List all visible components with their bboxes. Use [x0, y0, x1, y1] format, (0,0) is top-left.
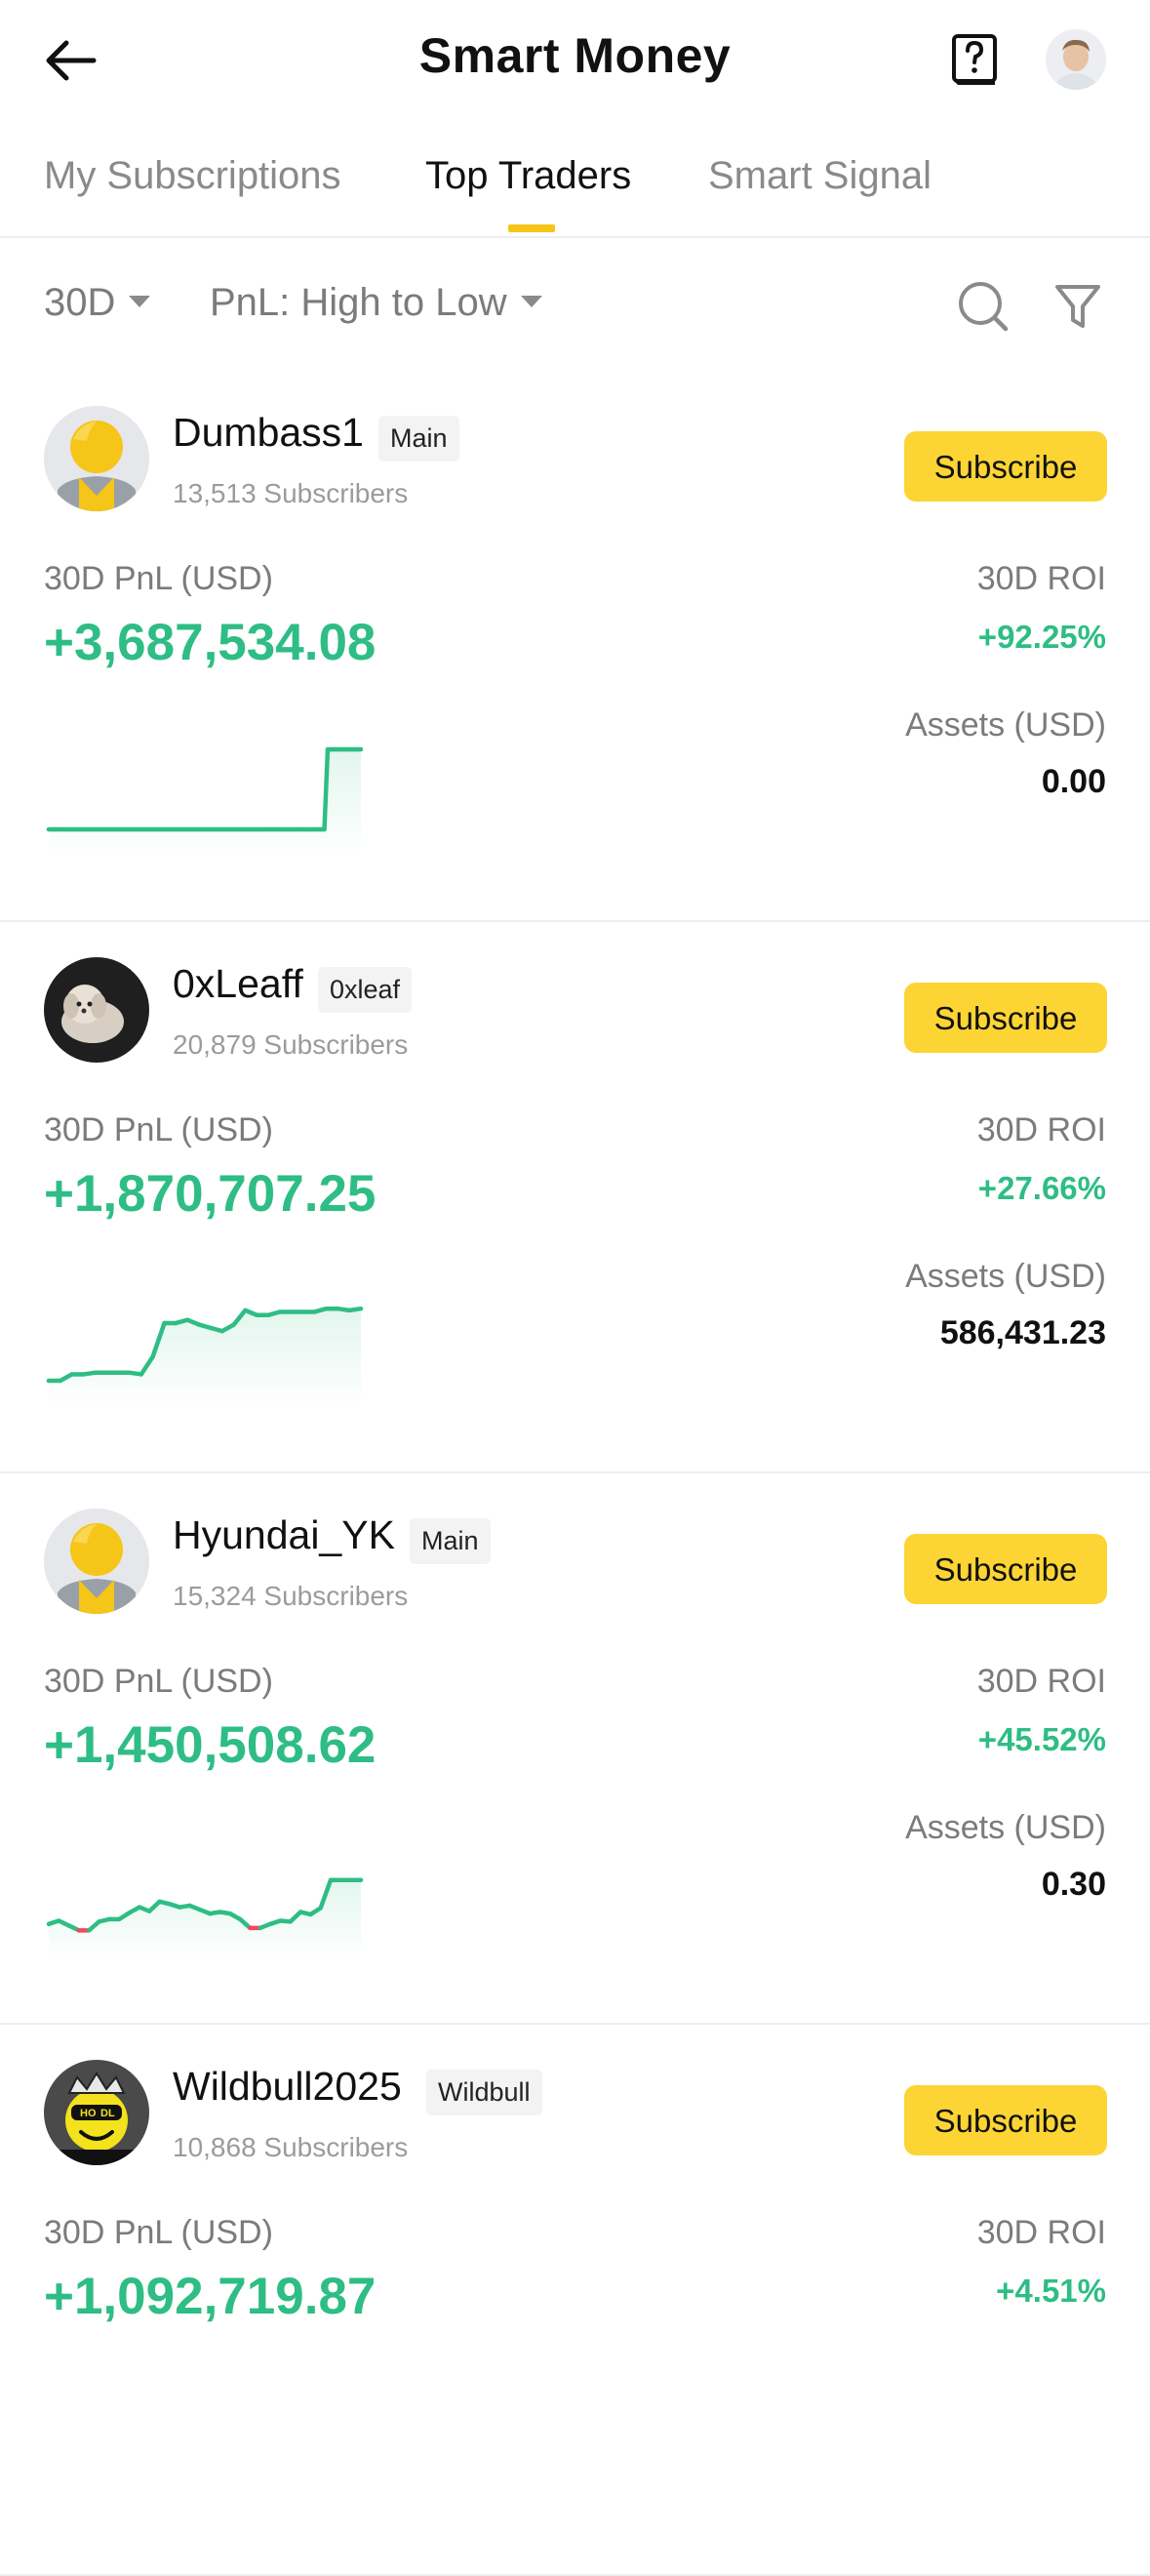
subscribe-button[interactable]: Subscribe: [904, 431, 1107, 502]
subscribe-button[interactable]: Subscribe: [904, 1534, 1107, 1604]
pnl-value: +1,450,508.62: [44, 1716, 377, 1774]
assets-value: 0.30: [1041, 1866, 1106, 1903]
trader-card[interactable]: HO DL Wildbull2025 Wildbull 10,868 Subscribe…: [0, 2023, 1150, 2576]
tab-bar: My Subscriptions Top Traders Smart Signa…: [0, 146, 1150, 238]
app-header: Smart Money: [0, 0, 1150, 122]
active-tab-indicator: [508, 224, 555, 232]
sparkline-area: [49, 749, 361, 857]
sparkline-segment: [346, 1306, 364, 1313]
subscriber-count: 15,324 Subscribers: [173, 1581, 409, 1611]
caret-down-icon: [520, 296, 542, 308]
svg-text:DL: DL: [100, 2108, 115, 2119]
pnl-sparkline: [46, 746, 364, 857]
pnl-sparkline: [46, 1877, 364, 1959]
tab-smart-signal[interactable]: Smart Signal: [708, 154, 932, 198]
assets-value: 586,431.23: [939, 1314, 1106, 1351]
subscribe-button[interactable]: Subscribe: [904, 983, 1107, 1053]
subscriber-count: 13,513 Subscribers: [173, 478, 409, 508]
trader-avatar[interactable]: [44, 406, 149, 511]
assets-value: 0.00: [1041, 763, 1106, 800]
sort-dropdown[interactable]: PnL: High to Low: [210, 281, 542, 325]
trader-badge: 0xleaf: [318, 967, 413, 1013]
trader-badge: Wildbull: [426, 2070, 542, 2115]
profile-avatar[interactable]: [1046, 29, 1106, 90]
user-photo-icon: [1046, 29, 1106, 90]
roi-label: 30D ROI: [976, 2214, 1106, 2251]
roi-value: +45.52%: [977, 1721, 1106, 1757]
pnl-label: 30D PnL (USD): [44, 1111, 273, 1148]
filter-bar: 30D PnL: High to Low: [0, 263, 1150, 351]
sort-value: PnL: High to Low: [210, 281, 507, 324]
pnl-label: 30D PnL (USD): [44, 1663, 273, 1700]
trader-name[interactable]: Wildbull2025: [173, 2064, 402, 2110]
trader-card[interactable]: Dumbass1 Main 13,513 Subscribers Subscribe 3…: [0, 369, 1150, 922]
trader-badge: Main: [378, 416, 459, 462]
roi-value: +4.51%: [996, 2273, 1106, 2309]
sparkline-area: [49, 1879, 361, 1959]
roi-value: +92.25%: [977, 619, 1106, 655]
pnl-value: +1,092,719.87: [44, 2268, 377, 2325]
trader-name[interactable]: Dumbass1: [173, 410, 364, 456]
subscribe-button[interactable]: Subscribe: [904, 2085, 1107, 2155]
trader-card[interactable]: 0xLeaff 0xleaf 20,879 Subscribers Subscribe…: [0, 920, 1150, 1473]
tab-top-traders[interactable]: Top Traders: [425, 154, 631, 198]
trader-avatar[interactable]: [44, 957, 149, 1063]
pnl-value: +3,687,534.08: [44, 614, 377, 671]
pnl-value: +1,870,707.25: [44, 1165, 377, 1223]
trader-card[interactable]: Hyundai_YK Main 15,324 Subscribers Subscrib…: [0, 1471, 1150, 2025]
pnl-sparkline: [46, 1306, 364, 1408]
period-dropdown[interactable]: 30D: [44, 281, 151, 325]
roi-label: 30D ROI: [976, 560, 1106, 597]
roi-value: +27.66%: [977, 1170, 1106, 1206]
subscriber-count: 10,868 Subscribers: [173, 2132, 409, 2162]
sparkline-area: [49, 1308, 361, 1408]
roi-label: 30D ROI: [976, 1663, 1106, 1700]
assets-label: Assets (USD): [905, 1258, 1106, 1295]
trader-avatar[interactable]: HO DL: [44, 2060, 149, 2165]
search-icon[interactable]: [956, 279, 1011, 334]
pnl-label: 30D PnL (USD): [44, 2214, 273, 2251]
funnel-icon[interactable]: [1053, 279, 1102, 334]
svg-text:HO: HO: [80, 2108, 97, 2119]
assets-label: Assets (USD): [905, 706, 1106, 744]
caret-down-icon: [129, 296, 151, 308]
trader-name[interactable]: 0xLeaff: [173, 961, 303, 1007]
trader-avatar[interactable]: [44, 1509, 149, 1614]
pnl-label: 30D PnL (USD): [44, 560, 273, 597]
assets-label: Assets (USD): [905, 1809, 1106, 1846]
trader-badge: Main: [410, 1518, 491, 1564]
subscriber-count: 20,879 Subscribers: [173, 1029, 409, 1060]
tab-my-subscriptions[interactable]: My Subscriptions: [44, 154, 341, 198]
roi-label: 30D ROI: [976, 1111, 1106, 1148]
period-value: 30D: [44, 281, 116, 324]
question-book-icon[interactable]: [950, 33, 999, 88]
trader-name[interactable]: Hyundai_YK: [173, 1512, 395, 1558]
